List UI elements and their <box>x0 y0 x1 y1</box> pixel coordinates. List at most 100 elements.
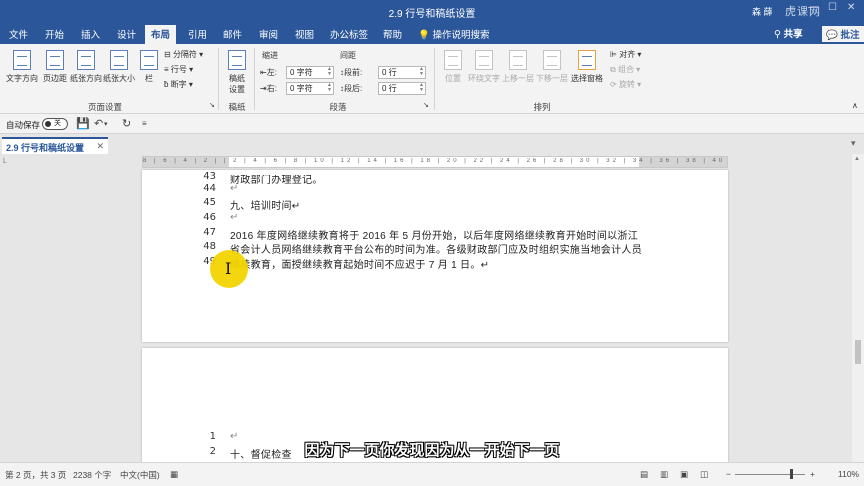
indent-right-label: ⇥右: <box>260 83 277 94</box>
share-button[interactable]: ⚲ 共享 <box>774 26 803 40</box>
autosave-label: 自动保存 <box>6 120 41 130</box>
indent-right-value: 0 字符 <box>290 84 313 93</box>
columns-button[interactable]: 栏 <box>138 50 160 84</box>
spacing-before-text: 段前: <box>344 68 363 77</box>
close-icon[interactable]: ✕ <box>847 2 855 13</box>
quick-access-toolbar: 自动保存 关 💾 ↶ ▾ ↻ ≡ <box>0 114 864 134</box>
customize-qat-icon[interactable]: ≡ <box>142 119 147 128</box>
tab-selector-icon[interactable]: L <box>3 158 7 165</box>
comments-button[interactable]: 💬 批注 <box>822 26 864 42</box>
position-button[interactable]: 位置 <box>440 50 466 84</box>
close-tab-icon[interactable]: ✕ <box>96 141 104 152</box>
group-button[interactable]: ⧉ 组合 ▾ <box>610 64 640 75</box>
tab-mailings[interactable]: 邮件 <box>223 27 242 41</box>
zoom-out-icon[interactable]: − <box>726 469 731 479</box>
spacing-after-text: 段后: <box>344 84 363 93</box>
body-line: 继续教育，面授继续教育起始时间不应迟于 7 月 1 日。↵ <box>230 260 490 271</box>
text-cursor-icon: I <box>225 259 232 278</box>
breaks-icon: ⊟ <box>164 50 171 59</box>
scroll-up-icon[interactable]: ▲ <box>854 156 860 162</box>
wrap-text-button[interactable]: 环绕文字 <box>466 50 502 84</box>
zoom-slider[interactable] <box>735 474 805 475</box>
collapse-ribbon-icon[interactable]: ∧ <box>852 101 858 110</box>
macro-record-icon[interactable]: ▦ <box>170 469 178 480</box>
line-numbers-button[interactable]: ≡ 行号 ▾ <box>164 64 193 75</box>
read-mode-icon[interactable]: ▥ <box>660 469 668 480</box>
undo-dropdown-icon[interactable]: ▾ <box>104 120 108 128</box>
tab-view[interactable]: 视图 <box>295 27 314 41</box>
comment-icon: 💬 <box>826 30 838 41</box>
orientation-button[interactable]: 纸张方向 <box>70 50 102 84</box>
page-count[interactable]: 第 2 页，共 3 页 <box>5 469 66 481</box>
scrollbar-thumb[interactable] <box>855 340 861 364</box>
indent-right-input[interactable]: 0 字符 ▲ ▼ <box>286 82 334 95</box>
text-direction-button[interactable]: 文字方向 <box>5 50 39 84</box>
tab-list-chevron-icon[interactable]: ▾ <box>851 138 856 149</box>
zoom-in-icon[interactable]: + <box>810 469 815 479</box>
bring-forward-button[interactable]: 上移一层 <box>501 50 535 84</box>
tab-review[interactable]: 审阅 <box>259 27 278 41</box>
spacing-before-input[interactable]: 0 行 ▲ ▼ <box>378 66 426 79</box>
minimize-icon[interactable]: — <box>808 2 818 13</box>
group-divider <box>218 48 219 110</box>
user-name[interactable]: 森 薛 <box>752 5 773 18</box>
save-icon[interactable]: 💾 <box>76 117 90 130</box>
zoom-slider-thumb[interactable] <box>790 469 793 479</box>
vertical-scrollbar[interactable]: ▲ <box>852 154 864 462</box>
tab-layout[interactable]: 布局 <box>145 25 177 44</box>
hyphenation-button[interactable]: ƀ 断字 ▾ <box>164 79 193 90</box>
horizontal-ruler[interactable]: 8 | 6 | 4 | 2 | | 2 | 4 | 6 | 8 | 10 | 1… <box>142 156 729 168</box>
selection-pane-label: 选择窗格 <box>571 74 603 83</box>
indent-left-input[interactable]: 0 字符 ▲ ▼ <box>286 66 334 79</box>
indent-left-text: 左: <box>266 68 277 77</box>
rotate-button[interactable]: ⟳ 旋转 ▾ <box>610 79 641 90</box>
tab-home[interactable]: 开始 <box>45 27 64 41</box>
web-layout-icon[interactable]: ◫ <box>700 469 708 480</box>
margins-label: 页边距 <box>43 74 67 83</box>
align-button[interactable]: ⊫ 对齐 ▾ <box>610 49 641 60</box>
rotate-icon: ⟳ <box>610 80 617 89</box>
spacing-after-value: 0 行 <box>382 84 397 93</box>
maximize-icon[interactable]: ☐ <box>828 2 837 13</box>
tab-design[interactable]: 设计 <box>117 27 136 41</box>
send-backward-button[interactable]: 下移一层 <box>535 50 569 84</box>
focus-mode-icon[interactable]: ▤ <box>640 469 648 480</box>
language[interactable]: 中文(中国) <box>120 469 160 481</box>
indent-right-text: 右: <box>266 84 277 93</box>
margins-button[interactable]: 页边距 <box>40 50 70 84</box>
tab-office-tab[interactable]: 办公标签 <box>330 27 368 41</box>
spinner-arrows-icon[interactable]: ▲ ▼ <box>419 67 424 77</box>
orientation-icon <box>77 50 95 70</box>
selection-pane-button[interactable]: 选择窗格 <box>569 50 605 84</box>
tab-insert[interactable]: 插入 <box>81 27 100 41</box>
manuscript-settings-button[interactable]: 稿纸 设置 <box>224 50 250 95</box>
document-tab-title: 2.9 行号和稿纸设置 <box>6 143 85 153</box>
undo-icon[interactable]: ↶ <box>94 117 103 130</box>
tab-file[interactable]: 文件 <box>9 27 28 41</box>
wrap-text-icon <box>475 50 493 70</box>
tell-me-search[interactable]: 💡 操作说明搜索 <box>418 27 490 41</box>
breaks-button[interactable]: ⊟ 分隔符 ▾ <box>164 49 203 60</box>
redo-icon[interactable]: ↻ <box>122 117 131 130</box>
spinner-arrows-icon[interactable]: ▲ ▼ <box>327 83 332 93</box>
status-bar: 第 2 页，共 3 页 2238 个字 中文(中国) ▦ ▤ ▥ ▣ ◫ − +… <box>0 462 864 486</box>
document-tab[interactable]: 2.9 行号和稿纸设置 ✕ <box>2 137 108 154</box>
word-count[interactable]: 2238 个字 <box>73 469 111 481</box>
zoom-level[interactable]: 110% <box>838 469 859 479</box>
body-line: 2016 年度网络继续教育将于 2016 年 5 月份开始，以后年度网络继续教育… <box>230 231 639 242</box>
lightbulb-icon: 💡 <box>418 30 430 41</box>
autosave-toggle[interactable]: 关 <box>42 118 68 130</box>
send-backward-label: 下移一层 <box>536 74 568 83</box>
tab-references[interactable]: 引用 <box>188 27 207 41</box>
spacing-after-input[interactable]: 0 行 ▲ ▼ <box>378 82 426 95</box>
line-number: 45 <box>203 197 216 208</box>
spinner-arrows-icon[interactable]: ▲ ▼ <box>327 67 332 77</box>
tab-help[interactable]: 帮助 <box>383 27 402 41</box>
page-setup-launcher-icon[interactable]: ↘ <box>209 101 215 109</box>
send-backward-icon <box>543 50 561 70</box>
paper-size-button[interactable]: 纸张大小 <box>102 50 136 84</box>
paragraph-launcher-icon[interactable]: ↘ <box>423 101 429 109</box>
print-layout-icon[interactable]: ▣ <box>680 469 688 480</box>
spinner-arrows-icon[interactable]: ▲ ▼ <box>419 83 424 93</box>
orientation-label: 纸张方向 <box>70 74 102 83</box>
